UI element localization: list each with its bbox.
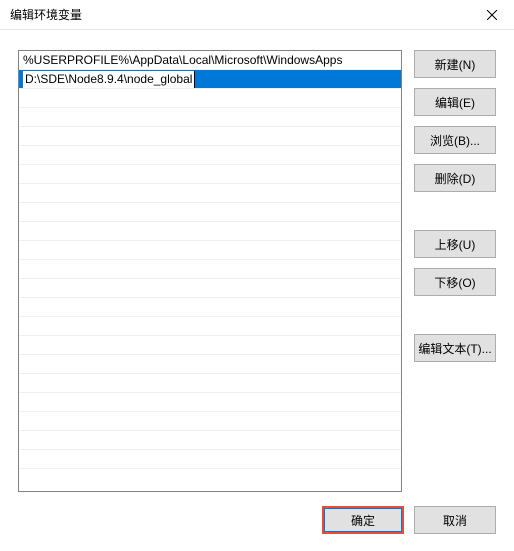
close-icon: [487, 10, 497, 20]
browse-button[interactable]: 浏览(B)...: [414, 126, 496, 154]
window-title: 编辑环境变量: [10, 6, 82, 23]
path-listbox[interactable]: %USERPROFILE%\AppData\Local\Microsoft\Wi…: [18, 50, 402, 492]
list-empty-row[interactable]: [19, 146, 401, 165]
titlebar: 编辑环境变量: [0, 0, 514, 30]
list-empty-row[interactable]: [19, 412, 401, 431]
new-button[interactable]: 新建(N): [414, 50, 496, 78]
list-item[interactable]: D:\SDE\Node8.9.4\node_global: [19, 70, 401, 89]
list-empty-row[interactable]: [19, 241, 401, 260]
list-empty-row[interactable]: [19, 165, 401, 184]
list-empty-row[interactable]: [19, 89, 401, 108]
delete-button[interactable]: 删除(D): [414, 164, 496, 192]
main-area: %USERPROFILE%\AppData\Local\Microsoft\Wi…: [18, 50, 496, 492]
list-empty-row[interactable]: [19, 184, 401, 203]
cancel-button[interactable]: 取消: [414, 506, 496, 534]
list-empty-row[interactable]: [19, 450, 401, 469]
list-empty-row[interactable]: [19, 127, 401, 146]
list-item[interactable]: %USERPROFILE%\AppData\Local\Microsoft\Wi…: [19, 51, 401, 70]
button-column: 新建(N) 编辑(E) 浏览(B)... 删除(D) 上移(U) 下移(O) 编…: [414, 50, 496, 492]
list-empty-row[interactable]: [19, 298, 401, 317]
close-button[interactable]: [469, 0, 514, 30]
list-empty-row[interactable]: [19, 317, 401, 336]
bottom-buttons: 确定 取消: [18, 506, 496, 534]
spacer: [414, 306, 496, 334]
list-empty-row[interactable]: [19, 203, 401, 222]
ok-button[interactable]: 确定: [322, 506, 404, 534]
list-empty-row[interactable]: [19, 336, 401, 355]
move-up-button[interactable]: 上移(U): [414, 230, 496, 258]
list-empty-row[interactable]: [19, 355, 401, 374]
list-empty-row[interactable]: [19, 222, 401, 241]
list-empty-row[interactable]: [19, 279, 401, 298]
spacer: [414, 202, 496, 230]
edit-text-button[interactable]: 编辑文本(T)...: [414, 334, 496, 362]
dialog-content: %USERPROFILE%\AppData\Local\Microsoft\Wi…: [0, 30, 514, 551]
list-empty-row[interactable]: [19, 374, 401, 393]
list-empty-row[interactable]: [19, 260, 401, 279]
list-empty-row[interactable]: [19, 393, 401, 412]
list-item-edit-field[interactable]: D:\SDE\Node8.9.4\node_global: [23, 71, 195, 88]
move-down-button[interactable]: 下移(O): [414, 268, 496, 296]
list-empty-row[interactable]: [19, 431, 401, 450]
edit-button[interactable]: 编辑(E): [414, 88, 496, 116]
list-empty-row[interactable]: [19, 108, 401, 127]
